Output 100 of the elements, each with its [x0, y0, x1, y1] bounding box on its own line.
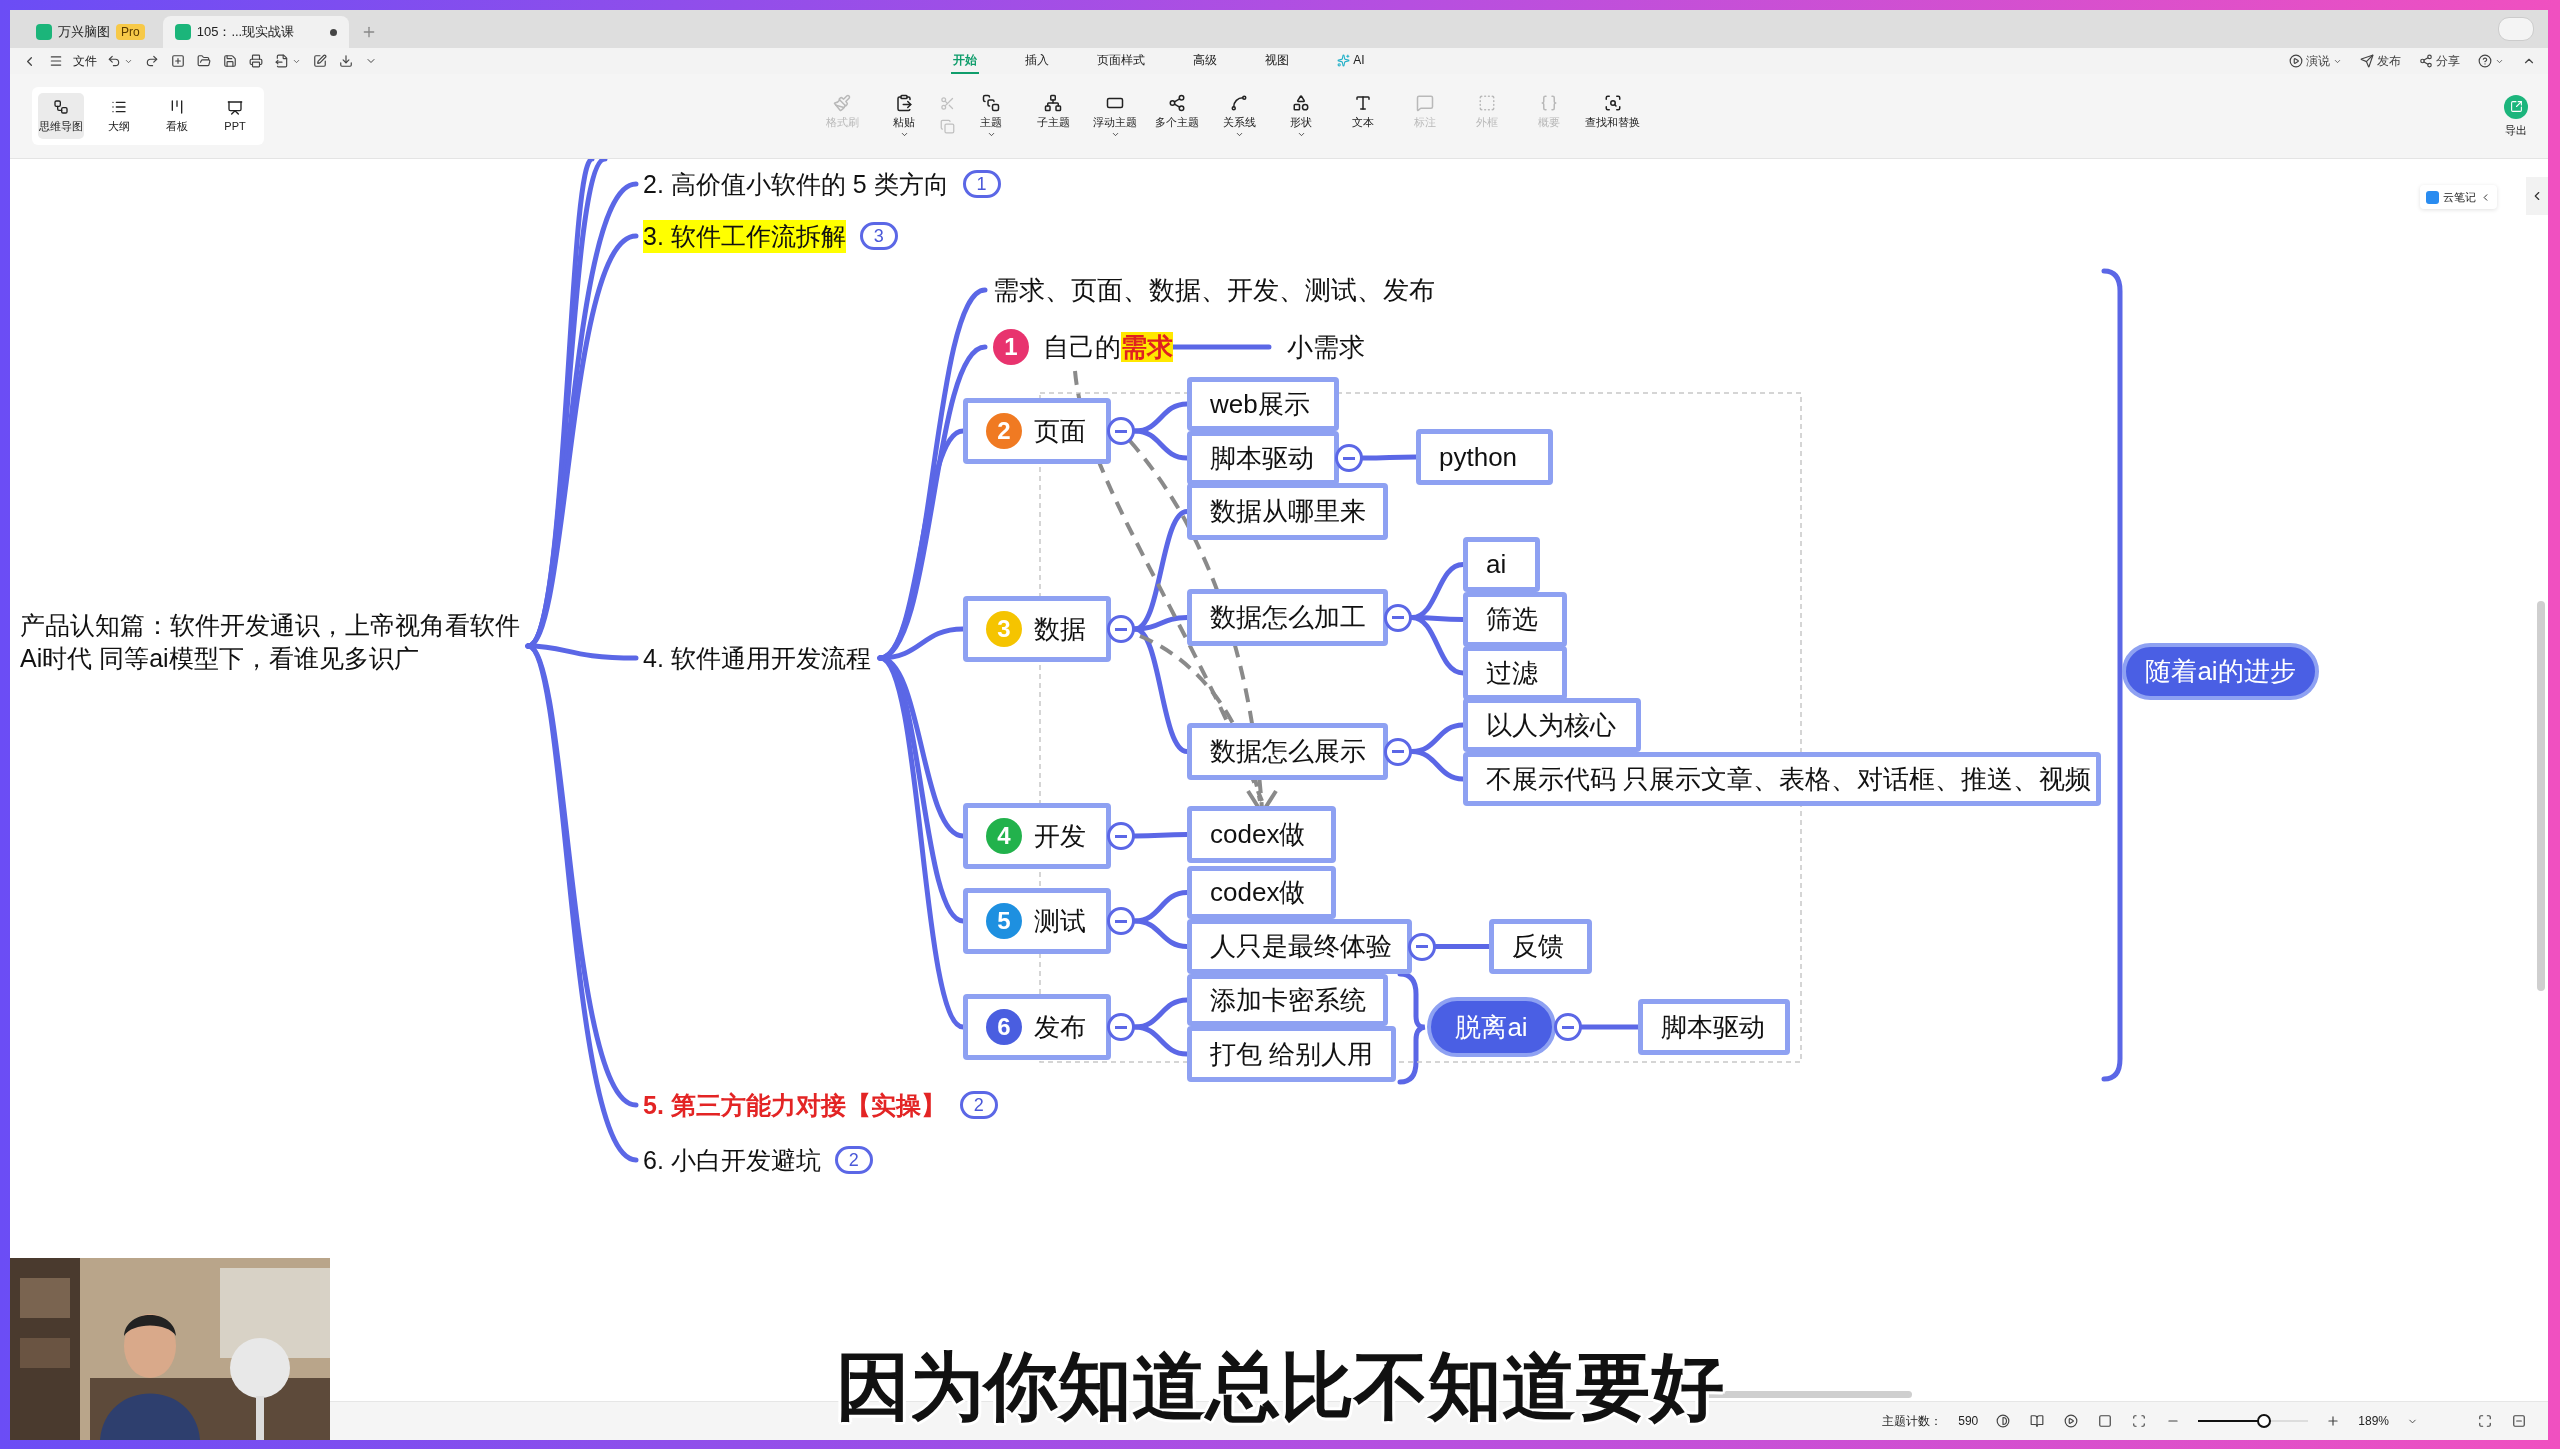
export-icon: [2504, 94, 2528, 119]
new-button[interactable]: [169, 54, 187, 68]
app-logo: [36, 24, 52, 40]
panel-toggle-button[interactable]: [2526, 177, 2548, 215]
stacked-squares-icon: [982, 93, 1000, 112]
count-badge[interactable]: 1: [962, 170, 1001, 198]
undo-icon: [107, 54, 121, 68]
view-mode-button[interactable]: 思维导图: [38, 93, 84, 139]
curve-icon: [1230, 93, 1248, 112]
print-button[interactable]: [247, 54, 265, 68]
subtopic-icon: [1044, 93, 1062, 112]
pen-square-icon: [313, 54, 327, 68]
subtopic: 数据怎么加工: [1187, 589, 1388, 646]
subtopic: 脚本驱动: [1638, 999, 1790, 1055]
toolbar-button[interactable]: 形状: [1275, 93, 1327, 139]
text-icon: [1354, 93, 1372, 112]
subtopic: 筛选: [1463, 592, 1567, 647]
topic-label: 发布: [1034, 1010, 1086, 1044]
ribbon-tab[interactable]: 插入: [1023, 48, 1052, 74]
collapse-toggle[interactable]: [1554, 1013, 1582, 1041]
header-action[interactable]: 发布: [2358, 52, 2403, 70]
view-mode-button[interactable]: 看板: [154, 93, 200, 139]
download-icon: [339, 54, 353, 68]
subtopic: python: [1416, 429, 1553, 485]
download-button[interactable]: [337, 54, 355, 68]
collapse-toggle[interactable]: [1335, 444, 1363, 472]
toolbar-button[interactable]: 主题: [965, 93, 1017, 139]
collapse-toggle[interactable]: [1107, 417, 1135, 445]
dashed-square-icon: [1478, 93, 1496, 112]
view-mode-button[interactable]: 大纲: [96, 93, 142, 139]
collapse-toggle[interactable]: [1107, 615, 1135, 643]
subtopic: 打包 给别人用: [1187, 1026, 1396, 1082]
save-button[interactable]: [221, 54, 239, 68]
collapse-toggle[interactable]: [1107, 1013, 1135, 1041]
collapse-toggle[interactable]: [1107, 822, 1135, 850]
toolbar-button[interactable]: 关系线: [1213, 93, 1265, 139]
subtopic: ai: [1463, 537, 1540, 592]
topic-label: 开发: [1034, 819, 1086, 853]
menu-icon: [49, 54, 63, 68]
square-minus-icon: [2512, 1414, 2526, 1428]
topic-text: 需求、页面、数据、开发、测试、发布: [993, 273, 1435, 307]
app-tab[interactable]: 105：...现实战课: [162, 16, 350, 48]
ribbon-tab[interactable]: 视图: [1263, 48, 1292, 74]
summary-topic: 脱离ai: [1427, 997, 1556, 1057]
half-circle-icon: [1996, 1414, 2011, 1428]
clipboard-icon: [895, 93, 913, 112]
ribbon-tab[interactable]: AI: [1335, 48, 1367, 74]
paintbrush-icon: [833, 93, 851, 112]
view-mode-button[interactable]: PPT: [212, 93, 258, 139]
number-badge: 5: [986, 903, 1022, 939]
minimize-button[interactable]: [2510, 1414, 2528, 1428]
subtopic: codex做: [1187, 806, 1336, 863]
topic-text: 自己的需求: [1043, 330, 1173, 364]
subtopic: 不展示代码 只展示文章、表格、对话框、推送、视频: [1463, 752, 2101, 806]
root-topic: 产品认知篇：软件开发通识，上帝视角看软件 Ai时代 同等ai模型下，看谁见多识广: [20, 610, 520, 674]
toolbar-button[interactable]: 查找和替换: [1585, 93, 1640, 130]
toolbar-button[interactable]: 浮动主题: [1089, 93, 1141, 139]
scrollbar-thumb[interactable]: [2537, 601, 2545, 991]
topic-text: 小需求: [1287, 330, 1365, 364]
edit-button[interactable]: [311, 54, 329, 68]
header-action[interactable]: 演说: [2287, 52, 2344, 70]
book-icon: [2030, 1414, 2045, 1428]
ribbon-tab[interactable]: 高级: [1191, 48, 1220, 74]
topic-label: 页面: [1034, 414, 1086, 448]
paper-plane-icon: [2360, 54, 2374, 68]
play-icon: [2064, 1414, 2079, 1428]
fullscreen-button[interactable]: [2476, 1414, 2494, 1428]
collapse-toggle[interactable]: [1107, 907, 1135, 935]
subtopic: 数据怎么展示: [1187, 723, 1388, 780]
export-button[interactable]: 导出: [2498, 93, 2534, 139]
pro-badge: Pro: [116, 24, 145, 40]
collapse-toggle[interactable]: [1384, 603, 1412, 632]
share-icon: [2419, 54, 2433, 68]
sparkle-icon: [1337, 53, 1351, 67]
ribbon-tab[interactable]: 页面样式: [1095, 48, 1148, 74]
toolbar-button[interactable]: 多个主题: [1151, 93, 1203, 130]
toolbar-button[interactable]: 粘贴: [878, 93, 930, 139]
fullscreen-icon: [2478, 1414, 2492, 1428]
count-badge[interactable]: 2: [959, 1091, 998, 1119]
app-tab[interactable]: 万兴脑图 Pro: [24, 16, 157, 48]
count-badge[interactable]: 2: [834, 1146, 873, 1174]
file-menu[interactable]: 文件: [73, 52, 97, 70]
play-icon: [2289, 54, 2303, 68]
topic-count-label: 主题计数：: [1882, 1412, 1943, 1430]
scissors-icon: [940, 95, 955, 111]
zoom-thumb[interactable]: [2257, 1414, 2272, 1428]
toolbar-button[interactable]: 子主题: [1027, 93, 1079, 130]
header-action[interactable]: 分享: [2417, 52, 2462, 70]
count-badge[interactable]: 3: [859, 222, 898, 250]
toolbar-button[interactable]: 文本: [1337, 93, 1389, 130]
subtitle-caption: 因为你知道总比不知道要好: [836, 1342, 1724, 1431]
collapse-toggle[interactable]: [1384, 737, 1412, 766]
cloud-notes-button[interactable]: 云笔记: [2420, 185, 2497, 209]
open-button[interactable]: [195, 54, 213, 68]
branch-topic: 2. 高价值小软件的 5 类方向: [643, 168, 949, 200]
collapse-toggle[interactable]: [1408, 932, 1436, 961]
zoom-reading: 189%: [2358, 1414, 2389, 1428]
scan-icon: [2132, 1414, 2147, 1428]
shapes-icon: [1292, 93, 1310, 112]
speech-bubble-icon: [1416, 93, 1434, 112]
